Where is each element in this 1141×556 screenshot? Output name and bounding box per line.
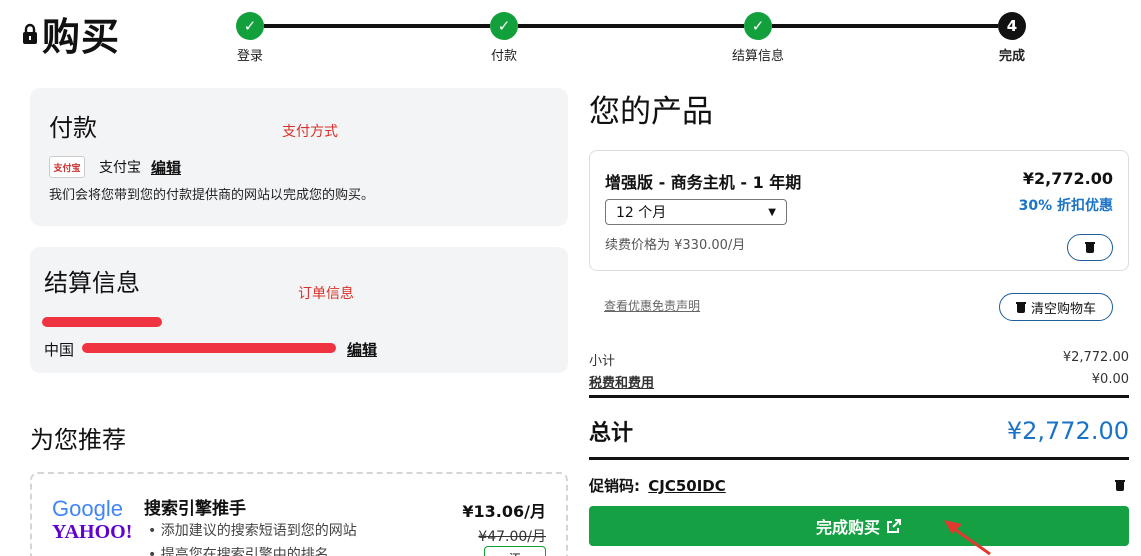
checkout-stepper: ✓ 登录 ✓ 付款 ✓ 结算信息 4 完成 <box>236 12 1026 68</box>
recommend-price: ¥13.06/月 <box>462 502 546 521</box>
divider <box>589 457 1129 460</box>
step-label: 登录 <box>236 49 263 64</box>
product-discount: 30% 折扣优惠 <box>1018 198 1113 214</box>
subtotal-row: 小计 ¥2,772.00 <box>589 350 1129 369</box>
complete-purchase-button[interactable]: 完成购买 <box>589 506 1129 546</box>
tax-row: 税费和费用 ¥0.00 <box>589 372 1129 391</box>
promo-code[interactable]: CJC50IDC <box>648 477 726 495</box>
step-login: ✓ 登录 <box>205 12 295 64</box>
recommend-item-card: Google YAHOO! 搜索引擎推手 • 添加建议的搜索短语到您的网站 • … <box>30 472 568 556</box>
subtotal-value: ¥2,772.00 <box>1062 350 1129 365</box>
check-icon: ✓ <box>490 12 518 40</box>
trash-icon <box>1015 301 1026 313</box>
redaction-mark <box>82 343 336 353</box>
product-price: ¥2,772.00 <box>1022 169 1113 188</box>
payment-card: 付款 支付方式 支付宝 支付宝 编辑 我们会将您带到您的付款提供商的网站以完成您… <box>30 88 568 226</box>
check-icon: ✓ <box>236 12 264 40</box>
alipay-logo: 支付宝 <box>49 156 85 178</box>
external-link-icon <box>887 519 901 533</box>
payment-title: 付款 <box>49 114 97 142</box>
google-logo-text: Google <box>52 496 123 521</box>
check-icon: ✓ <box>744 12 772 40</box>
step-connector <box>518 24 744 28</box>
billing-title: 结算信息 <box>44 269 140 297</box>
recommend-bullet: • 添加建议的搜索短语到您的网站 <box>148 523 357 539</box>
step-label: 完成 <box>998 49 1025 64</box>
promo-row: 促销码: CJC50IDC <box>589 475 1129 496</box>
total-row: 总计 ¥2,772.00 <box>589 415 1129 447</box>
trash-icon[interactable] <box>1115 480 1125 491</box>
billing-address-row: 中国 <box>44 339 74 360</box>
products-title: 您的产品 <box>589 94 713 130</box>
term-select-value: 12 个月 <box>616 205 667 221</box>
step-label: 付款 <box>490 49 517 64</box>
clear-cart-button[interactable]: 清空购物车 <box>999 293 1113 321</box>
recommend-title: 为您推荐 <box>30 426 126 454</box>
step-connector <box>772 24 998 28</box>
page-title-text: 购买 <box>42 15 121 59</box>
add-recommend-button[interactable]: 添 <box>484 546 546 556</box>
product-item-card: 增强版 - 商务主机 - 1 年期 ¥2,772.00 30% 折扣优惠 12 … <box>589 150 1129 271</box>
complete-purchase-label: 完成购买 <box>815 518 880 537</box>
promo-code-display: 促销码: CJC50IDC <box>589 475 726 496</box>
step-number: 4 <box>998 12 1026 40</box>
billing-card: 结算信息 订单信息 中国 编辑 <box>30 247 568 373</box>
yahoo-logo-text: YAHOO! <box>52 521 133 543</box>
total-value: ¥2,772.00 <box>1006 417 1129 445</box>
payment-note: 我们会将您带到您的付款提供商的网站以完成您的购买。 <box>49 188 375 203</box>
product-name: 增强版 - 商务主机 - 1 年期 <box>605 173 802 192</box>
search-engines-logo: Google YAHOO! <box>52 496 133 543</box>
divider <box>589 395 1129 398</box>
tax-label[interactable]: 税费和费用 <box>589 372 654 391</box>
chevron-down-icon: ▼ <box>768 206 776 218</box>
payment-method-name: 支付宝 <box>99 160 141 176</box>
clear-cart-label: 清空购物车 <box>1030 301 1096 317</box>
step-connector <box>264 24 490 28</box>
billing-country: 中国 <box>44 341 75 359</box>
term-select[interactable]: 12 个月 ▼ <box>605 199 787 225</box>
subtotal-label: 小计 <box>589 354 616 369</box>
total-label: 总计 <box>589 421 634 446</box>
trash-icon <box>1085 242 1095 253</box>
annotation-arrow <box>944 520 991 556</box>
remove-item-button[interactable] <box>1067 234 1113 261</box>
promo-label: 促销码: <box>589 477 640 495</box>
payment-edit-link[interactable]: 编辑 <box>151 157 181 178</box>
step-label: 结算信息 <box>731 49 784 64</box>
lock-icon <box>23 23 37 44</box>
recommend-old-price: ¥47.00/月 <box>478 529 546 545</box>
redaction-mark <box>42 317 162 327</box>
recommend-bullet: • 提高您在搜索引擎中的排名 <box>148 547 329 556</box>
billing-edit-link[interactable]: 编辑 <box>347 339 377 360</box>
step-billing: ✓ 结算信息 <box>713 12 803 64</box>
page-title: 购买 <box>22 6 120 61</box>
recommend-item-name: 搜索引擎推手 <box>144 499 246 519</box>
renewal-price: 续费价格为 ¥330.00/月 <box>605 238 746 253</box>
step-complete: 4 完成 <box>967 12 1057 64</box>
tax-value: ¥0.00 <box>1091 372 1129 387</box>
billing-annotation: 订单信息 <box>298 286 354 302</box>
payment-method-row: 支付宝 支付宝 编辑 <box>49 156 181 178</box>
payment-annotation: 支付方式 <box>282 124 338 140</box>
disclaimer-link[interactable]: 查看优惠免责声明 <box>604 297 700 314</box>
step-payment: ✓ 付款 <box>459 12 549 64</box>
